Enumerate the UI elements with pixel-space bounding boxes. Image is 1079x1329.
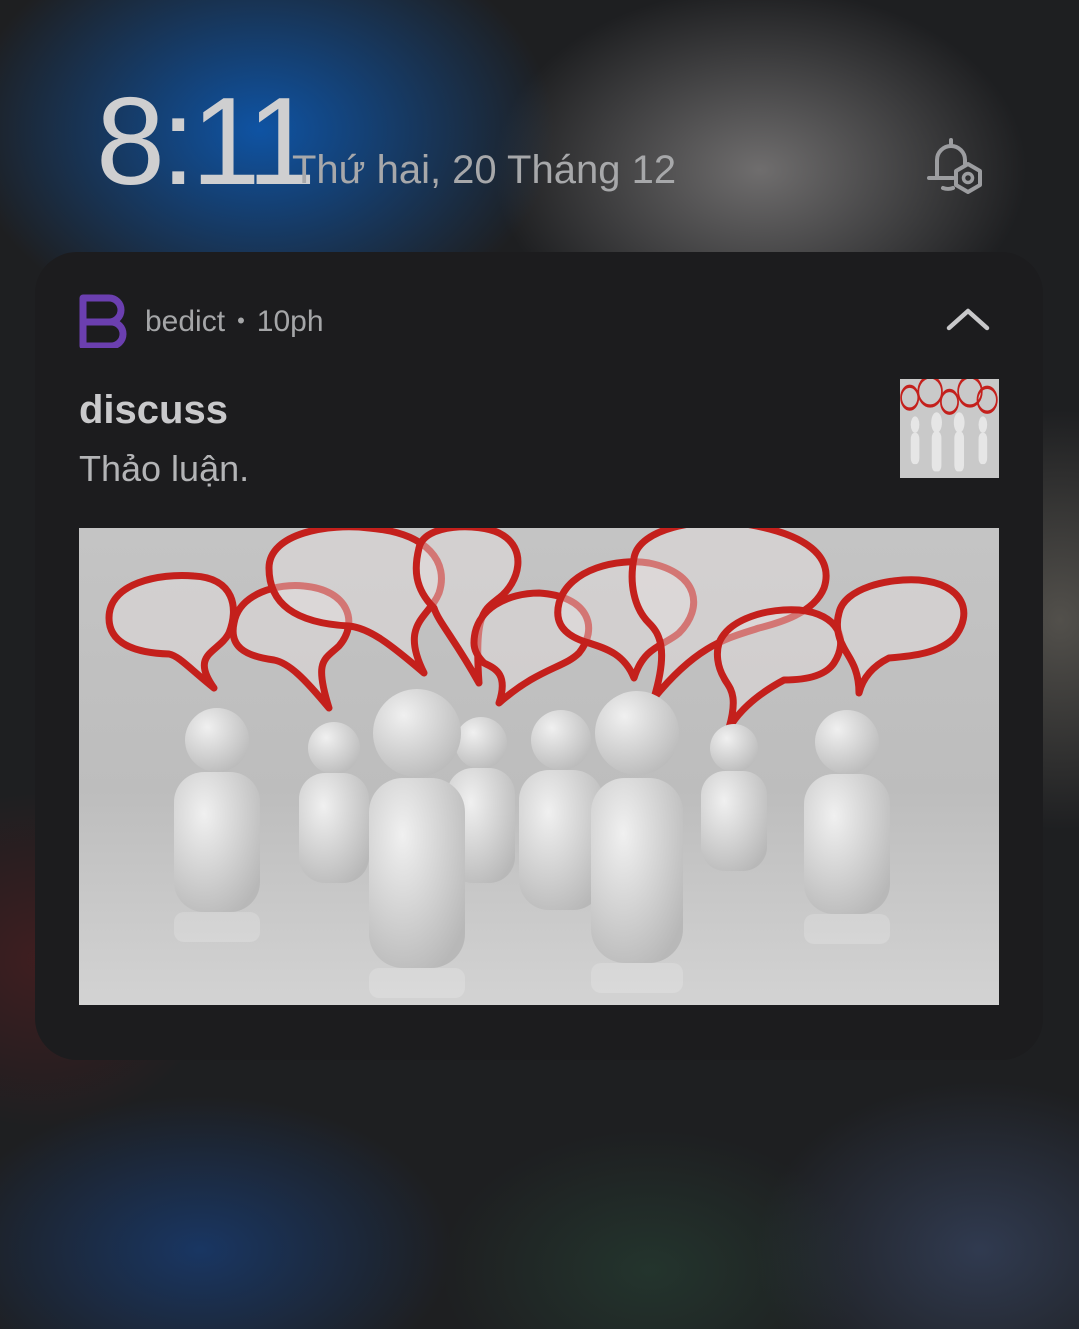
notification-card[interactable]: bedict • 10ph discuss Thảo luận.: [35, 252, 1043, 1060]
alarm-settings-icon[interactable]: [915, 134, 987, 200]
separator-dot: •: [237, 308, 245, 333]
app-name: bedict: [145, 305, 226, 338]
notification-time: 10ph: [256, 305, 324, 338]
clock-time: 8:11: [96, 73, 316, 211]
bedict-logo-icon: [79, 294, 127, 348]
lock-screen: { "status": { "time": "8:11", "date": "T…: [0, 0, 1079, 1329]
notification-thumbnail: [900, 379, 999, 478]
date-label: Thứ hai, 20 Tháng 12: [292, 148, 677, 192]
app-header: bedict • 10ph: [145, 304, 324, 339]
chevron-up-icon[interactable]: [945, 304, 991, 334]
notification-text: Thảo luận.: [79, 448, 250, 489]
notification-title: discuss: [79, 388, 228, 432]
notification-image: [79, 528, 999, 1005]
